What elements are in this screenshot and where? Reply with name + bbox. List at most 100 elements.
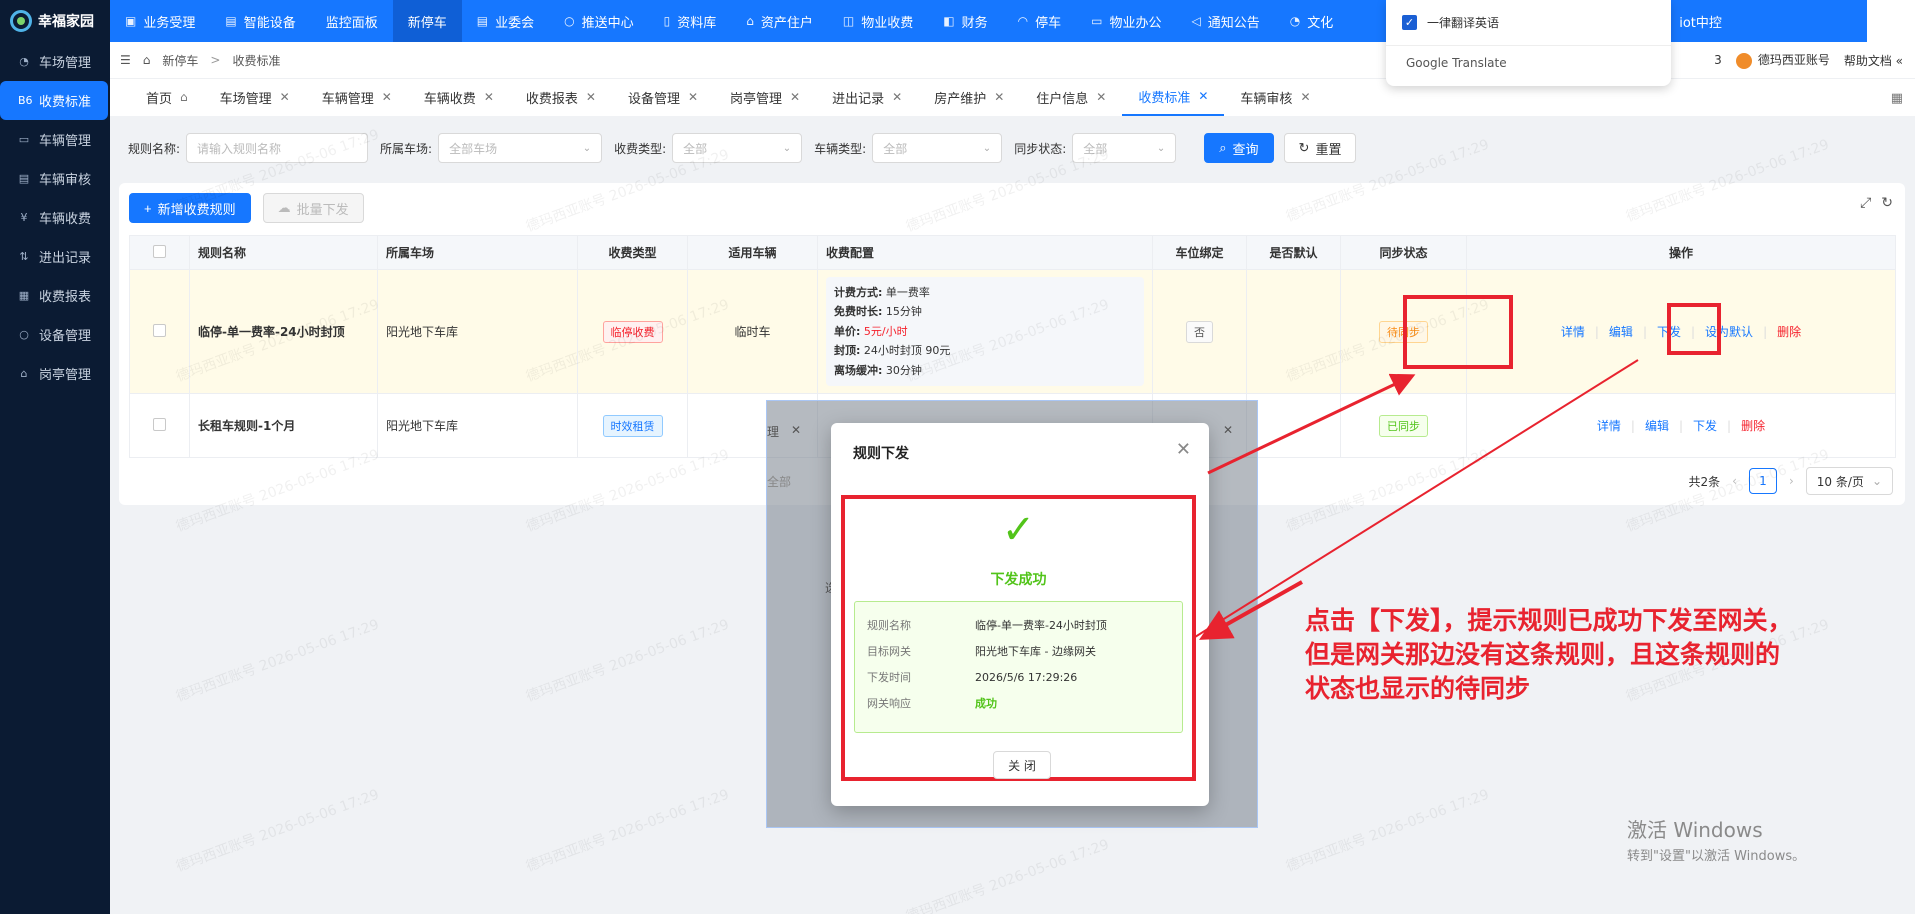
- page-tab[interactable]: 车辆管理 ✕: [306, 78, 408, 116]
- refresh-icon[interactable]: ↻: [1881, 195, 1893, 211]
- close-icon[interactable]: ✕: [586, 90, 596, 104]
- column-header: 收费类型: [577, 235, 688, 270]
- sidebar-item[interactable]: B6 收费标准: [0, 81, 108, 120]
- page-tab[interactable]: 车场管理 ✕: [204, 78, 306, 116]
- sidebar-item-label: 车辆收费: [39, 212, 92, 227]
- help-docs-link[interactable]: 帮助文档 «: [1844, 52, 1903, 69]
- close-icon[interactable]: ✕: [1300, 90, 1310, 104]
- top-nav-item[interactable]: ▭ 物业办公: [1076, 0, 1176, 42]
- sidebar-item[interactable]: ○ 设备管理: [0, 315, 110, 354]
- result-key: 下发时间: [867, 671, 911, 684]
- page-tab[interactable]: 房产维护 ✕: [918, 78, 1020, 116]
- vehicle-type-select[interactable]: 全部 ⌄: [872, 133, 1003, 163]
- select-all-checkbox[interactable]: [153, 244, 166, 258]
- top-nav-item[interactable]: ◫ 物业收费: [828, 0, 928, 42]
- sync-status-select[interactable]: 全部 ⌄: [1072, 133, 1177, 163]
- row-checkbox[interactable]: [153, 417, 166, 431]
- page-tab[interactable]: 岗亭管理 ✕: [714, 78, 816, 116]
- close-icon[interactable]: ✕: [382, 90, 392, 104]
- close-icon[interactable]: ✕: [484, 90, 494, 104]
- column-header: 所属车场: [377, 235, 578, 270]
- edit-link[interactable]: 编辑: [1645, 417, 1669, 434]
- close-icon[interactable]: ✕: [1096, 90, 1106, 104]
- page-tab[interactable]: 住户信息 ✕: [1020, 78, 1122, 116]
- top-nav-item[interactable]: ◠ 停车: [1003, 0, 1077, 42]
- top-nav-icon: ◠: [1017, 14, 1029, 28]
- top-nav-item[interactable]: ▤ 业委会: [462, 0, 549, 42]
- close-icon[interactable]: ✕: [1198, 89, 1208, 103]
- close-icon[interactable]: ✕: [688, 90, 698, 104]
- page-size-select[interactable]: 10 条/页 ⌄: [1805, 467, 1893, 495]
- delete-link[interactable]: 删除: [1741, 417, 1765, 434]
- top-nav-item[interactable]: ○ 推送中心: [549, 0, 649, 42]
- top-nav-item[interactable]: ⌂ 资产住户: [731, 0, 828, 42]
- detail-link[interactable]: 详情: [1597, 417, 1621, 434]
- top-nav-item[interactable]: iot中控: [1664, 0, 1737, 42]
- page-tab[interactable]: 收费报表 ✕: [510, 78, 612, 116]
- fee-type-select-value: 全部: [683, 141, 708, 156]
- sidebar-item[interactable]: ¥ 车辆收费: [0, 198, 110, 237]
- page-tab[interactable]: 进出记录 ✕: [816, 78, 918, 116]
- sidebar-item[interactable]: ▦ 收费报表: [0, 276, 110, 315]
- row-checkbox[interactable]: [153, 323, 166, 337]
- top-nav-item[interactable]: ◁ 通知公告: [1176, 0, 1274, 42]
- issue-link[interactable]: 下发: [1693, 417, 1717, 434]
- sidebar-item[interactable]: ⌂ 岗亭管理: [0, 354, 110, 393]
- checkbox-checked-icon[interactable]: ✓: [1402, 15, 1417, 30]
- close-icon[interactable]: ✕: [1176, 439, 1191, 460]
- edit-link[interactable]: 编辑: [1609, 323, 1633, 340]
- close-icon[interactable]: ✕: [892, 90, 902, 104]
- top-nav-item[interactable]: 新停车: [392, 0, 462, 42]
- sidebar-item[interactable]: ◔ 车场管理: [0, 42, 110, 81]
- page-tab[interactable]: 收费标准 ✕: [1122, 78, 1225, 116]
- search-button[interactable]: ⌕ 查询: [1204, 133, 1274, 163]
- close-icon[interactable]: ✕: [280, 90, 290, 104]
- modal-close-button[interactable]: 关 闭: [993, 751, 1051, 779]
- top-nav-item[interactable]: 监控面板: [311, 0, 393, 42]
- sidebar-item[interactable]: ▤ 车辆审核: [0, 159, 110, 198]
- total-count: 共2条: [1688, 474, 1721, 489]
- page-tab[interactable]: 车辆审核 ✕: [1224, 78, 1326, 116]
- always-translate-option[interactable]: ✓ 一律翻译英语: [1386, 0, 1671, 46]
- fullscreen-icon[interactable]: ⤢: [1860, 195, 1871, 211]
- top-nav-item[interactable]: ▯ 资料库: [649, 0, 732, 42]
- sidebar-item[interactable]: ⇅ 进出记录: [0, 237, 110, 276]
- close-icon[interactable]: ✕: [790, 90, 800, 104]
- sidebar-item[interactable]: ▭ 车辆管理: [0, 120, 110, 159]
- account-menu[interactable]: 德玛西亚账号: [1735, 51, 1830, 69]
- column-header: 车位绑定: [1152, 235, 1247, 270]
- page-tab[interactable]: 车辆收费 ✕: [408, 78, 510, 116]
- annotation-text: 点击【下发】，提示规则已成功下发至网关， 但是网关那边没有这条规则，且这条规则的…: [1305, 604, 1885, 706]
- reset-button[interactable]: ↻ 重置: [1283, 133, 1357, 163]
- top-nav-item[interactable]: ◧ 财务: [928, 0, 1002, 42]
- add-rule-button[interactable]: + 新增收费规则: [129, 193, 251, 223]
- next-page-icon[interactable]: ›: [1789, 474, 1794, 488]
- detail-link[interactable]: 详情: [1561, 323, 1585, 340]
- lot-select[interactable]: 全部车场 ⌄: [438, 133, 603, 163]
- breadcrumb-parent[interactable]: 新停车: [162, 52, 198, 69]
- sidebar-item-label: 车辆审核: [39, 173, 92, 188]
- top-nav-item[interactable]: ▤ 智能设备: [210, 0, 310, 42]
- sidebar: 幸福家园 ◔ 车场管理 B6 收费标准 ▭ 车辆管理 ▤ 车辆审核 ¥ 车辆收费 ⇅ 进出记录 ▦ 收费报…: [0, 0, 110, 914]
- windows-activation-hint: 转到"设置"以激活 Windows。: [1627, 849, 1806, 864]
- batch-issue-button[interactable]: ☁ 批量下发: [262, 193, 364, 223]
- page-tab[interactable]: 首页 ⌂: [130, 78, 204, 116]
- pagination: 共2条 ‹ 1 › 10 条/页 ⌄: [1689, 467, 1893, 495]
- page-tab[interactable]: 设备管理 ✕: [612, 78, 714, 116]
- page-button[interactable]: 1: [1748, 468, 1777, 494]
- tabs-grid-icon[interactable]: ▦: [1891, 91, 1903, 106]
- app-logo[interactable]: 幸福家园: [0, 0, 110, 42]
- top-nav-icon: ⌂: [746, 14, 754, 28]
- close-icon[interactable]: ✕: [994, 90, 1004, 104]
- home-icon[interactable]: ⌂: [143, 53, 151, 67]
- top-nav-icon: ◧: [943, 14, 955, 28]
- collapse-menu-icon[interactable]: ☰: [120, 53, 131, 67]
- table-row[interactable]: 临停-单一费率-24小时封顶 阳光地下车库 临停收费 临时车 计费方式: 单一费…: [129, 269, 1896, 394]
- top-nav-item[interactable]: ◔ 文化: [1275, 0, 1349, 42]
- top-nav-item[interactable]: ▣ 业务受理: [110, 0, 210, 42]
- fee-type-select[interactable]: 全部 ⌄: [672, 133, 803, 163]
- prev-page-icon[interactable]: ‹: [1732, 474, 1737, 488]
- row-select-cell: [129, 269, 190, 394]
- rule-name-input[interactable]: 请输入规则名称: [186, 133, 369, 163]
- delete-link[interactable]: 删除: [1777, 323, 1801, 340]
